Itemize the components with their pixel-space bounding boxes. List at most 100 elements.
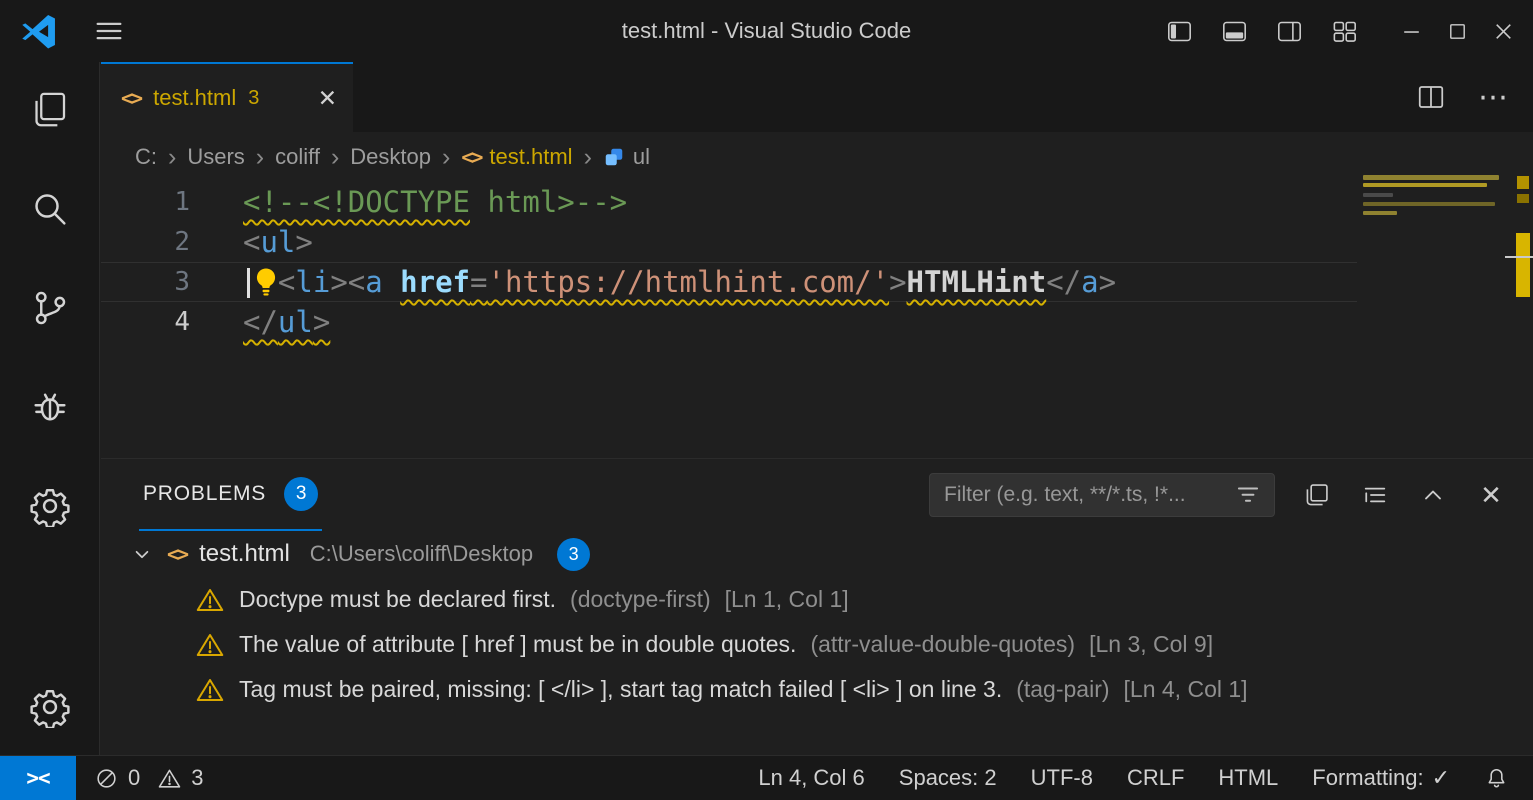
status-formatting-label: Formatting: — [1312, 765, 1423, 791]
line-number[interactable]: 4 — [101, 302, 190, 342]
problem-item[interactable]: The value of attribute [ href ] must be … — [101, 622, 1533, 667]
problem-message: The value of attribute [ href ] must be … — [239, 631, 796, 658]
code-content: <ul> — [190, 222, 313, 262]
breadcrumb-item[interactable]: C: — [135, 144, 157, 170]
problems-panel: PROBLEMS 3 — [101, 458, 1533, 755]
breadcrumb-item[interactable]: Desktop — [350, 144, 431, 170]
tab-label: test.html — [153, 85, 236, 111]
editor-actions: ⋯ — [1415, 62, 1509, 132]
maximize-panel-icon[interactable] — [1417, 479, 1449, 511]
breadcrumb-item[interactable]: <>test.html — [461, 144, 572, 170]
html-file-icon: <> — [461, 145, 481, 169]
minimap-line — [1363, 175, 1499, 180]
close-tab-icon[interactable]: ✕ — [318, 85, 337, 112]
breadcrumb-item[interactable]: ul — [603, 144, 650, 170]
code-content: </ul> — [190, 302, 330, 342]
toggle-secondary-sidebar-icon[interactable] — [1275, 17, 1303, 45]
source-control-icon[interactable] — [28, 286, 72, 330]
toggle-panel-icon[interactable] — [1220, 17, 1248, 45]
status-indentation[interactable]: Spaces: 2 — [899, 765, 997, 791]
close-panel-icon[interactable]: ✕ — [1475, 479, 1507, 511]
code-token: href — [400, 265, 470, 299]
problems-file-name: test.html — [199, 540, 290, 568]
warning-icon — [195, 585, 225, 615]
customize-layout-icon[interactable] — [1330, 17, 1358, 45]
code-token: > — [1099, 265, 1116, 299]
tab-bar: <> test.html 3 ✕ — [101, 62, 1533, 132]
code-token: </ — [1046, 265, 1081, 299]
problem-message: Tag must be paired, missing: [ </li> ], … — [239, 676, 1002, 703]
problem-location: [Ln 4, Col 1] — [1124, 676, 1248, 703]
problems-file-row[interactable]: <> test.html C:\Users\coliff\Desktop 3 — [101, 531, 1533, 577]
code-line[interactable]: 2<ul> — [101, 222, 1357, 262]
line-number[interactable]: 1 — [101, 182, 190, 222]
vscode-logo-icon — [20, 12, 58, 50]
breadcrumb-item[interactable]: Users — [187, 144, 244, 170]
minimap-line — [1363, 183, 1487, 187]
code-line[interactable]: 3 <li><a href='https://htmlhint.com/'>HT… — [101, 262, 1357, 302]
filter-icon[interactable] — [1232, 479, 1264, 511]
minimize-window-icon[interactable] — [1397, 17, 1425, 45]
line-number[interactable]: 2 — [101, 222, 190, 262]
tab-problems[interactable]: PROBLEMS 3 — [139, 459, 322, 531]
code-token: ul — [260, 225, 295, 259]
chevron-right-icon: › — [331, 145, 339, 170]
code-token: a — [1081, 265, 1098, 299]
code-line[interactable]: 1<!--<!DOCTYPE html>--> — [101, 182, 1357, 222]
lightbulb-icon[interactable] — [253, 267, 279, 297]
minimap[interactable] — [1363, 175, 1505, 215]
error-icon — [94, 766, 119, 791]
error-count: 0 — [128, 765, 140, 791]
tab-problems-count: 3 — [248, 87, 259, 110]
breadcrumb-item[interactable]: coliff — [275, 144, 320, 170]
maximize-window-icon[interactable] — [1443, 17, 1471, 45]
explorer-icon[interactable] — [28, 88, 72, 132]
tab-test-html[interactable]: <> test.html 3 ✕ — [101, 62, 353, 132]
problem-item[interactable]: Doctype must be declared first.(doctype-… — [101, 577, 1533, 622]
code-token: li — [295, 265, 330, 299]
line-number[interactable]: 3 — [101, 263, 190, 301]
problems-filter — [929, 473, 1275, 517]
settings-gear-icon[interactable] — [28, 685, 72, 729]
code-token: </ — [243, 305, 278, 339]
close-window-icon[interactable] — [1489, 17, 1517, 45]
search-icon[interactable] — [28, 187, 72, 231]
collapse-all-icon[interactable] — [1359, 479, 1391, 511]
status-eol[interactable]: CRLF — [1127, 765, 1184, 791]
status-encoding[interactable]: UTF-8 — [1031, 765, 1093, 791]
status-language[interactable]: HTML — [1218, 765, 1278, 791]
code-token: HTMLHint — [907, 265, 1047, 299]
chevron-down-icon[interactable] — [129, 541, 155, 567]
minimap-line — [1363, 193, 1393, 197]
code-token: html>--> — [470, 185, 627, 219]
overview-ruler-warning — [1517, 176, 1529, 189]
problems-filter-input[interactable] — [944, 483, 1224, 507]
view-as-table-icon[interactable] — [1301, 479, 1333, 511]
code-line[interactable]: 4</ul> — [101, 302, 1357, 342]
code-token: < — [278, 265, 295, 299]
status-problems[interactable]: 0 3 — [94, 765, 204, 791]
code-token: 'https://htmlhint.com/' — [487, 265, 889, 299]
menu-hamburger-icon[interactable] — [92, 14, 126, 48]
problem-item[interactable]: Tag must be paired, missing: [ </li> ], … — [101, 667, 1533, 712]
status-formatting[interactable]: Formatting: ✓ — [1312, 765, 1450, 791]
code-editor[interactable]: 1<!--<!DOCTYPE html>-->2<ul>3 <li><a hre… — [101, 182, 1533, 458]
code-token: = — [470, 265, 487, 299]
extension-gear-icon[interactable] — [28, 484, 72, 528]
split-editor-icon[interactable] — [1415, 81, 1447, 113]
remote-indicator[interactable]: >< — [0, 756, 76, 800]
toggle-primary-sidebar-icon[interactable] — [1165, 17, 1193, 45]
code-content: <!--<!DOCTYPE html>--> — [190, 182, 627, 222]
chevron-right-icon: › — [442, 145, 450, 170]
check-icon: ✓ — [1432, 765, 1450, 791]
panel-header: PROBLEMS 3 — [101, 459, 1533, 531]
notifications-bell-icon[interactable] — [1484, 766, 1509, 791]
code-content: <li><a href='https://htmlhint.com/'>HTML… — [190, 263, 1116, 301]
status-cursor-position[interactable]: Ln 4, Col 6 — [758, 765, 864, 791]
html-file-icon: <> — [167, 542, 187, 566]
more-actions-icon[interactable]: ⋯ — [1477, 81, 1509, 113]
warning-count: 3 — [191, 765, 203, 791]
code-token: > — [889, 265, 906, 299]
chevron-right-icon: › — [168, 145, 176, 170]
run-debug-icon[interactable] — [28, 385, 72, 429]
